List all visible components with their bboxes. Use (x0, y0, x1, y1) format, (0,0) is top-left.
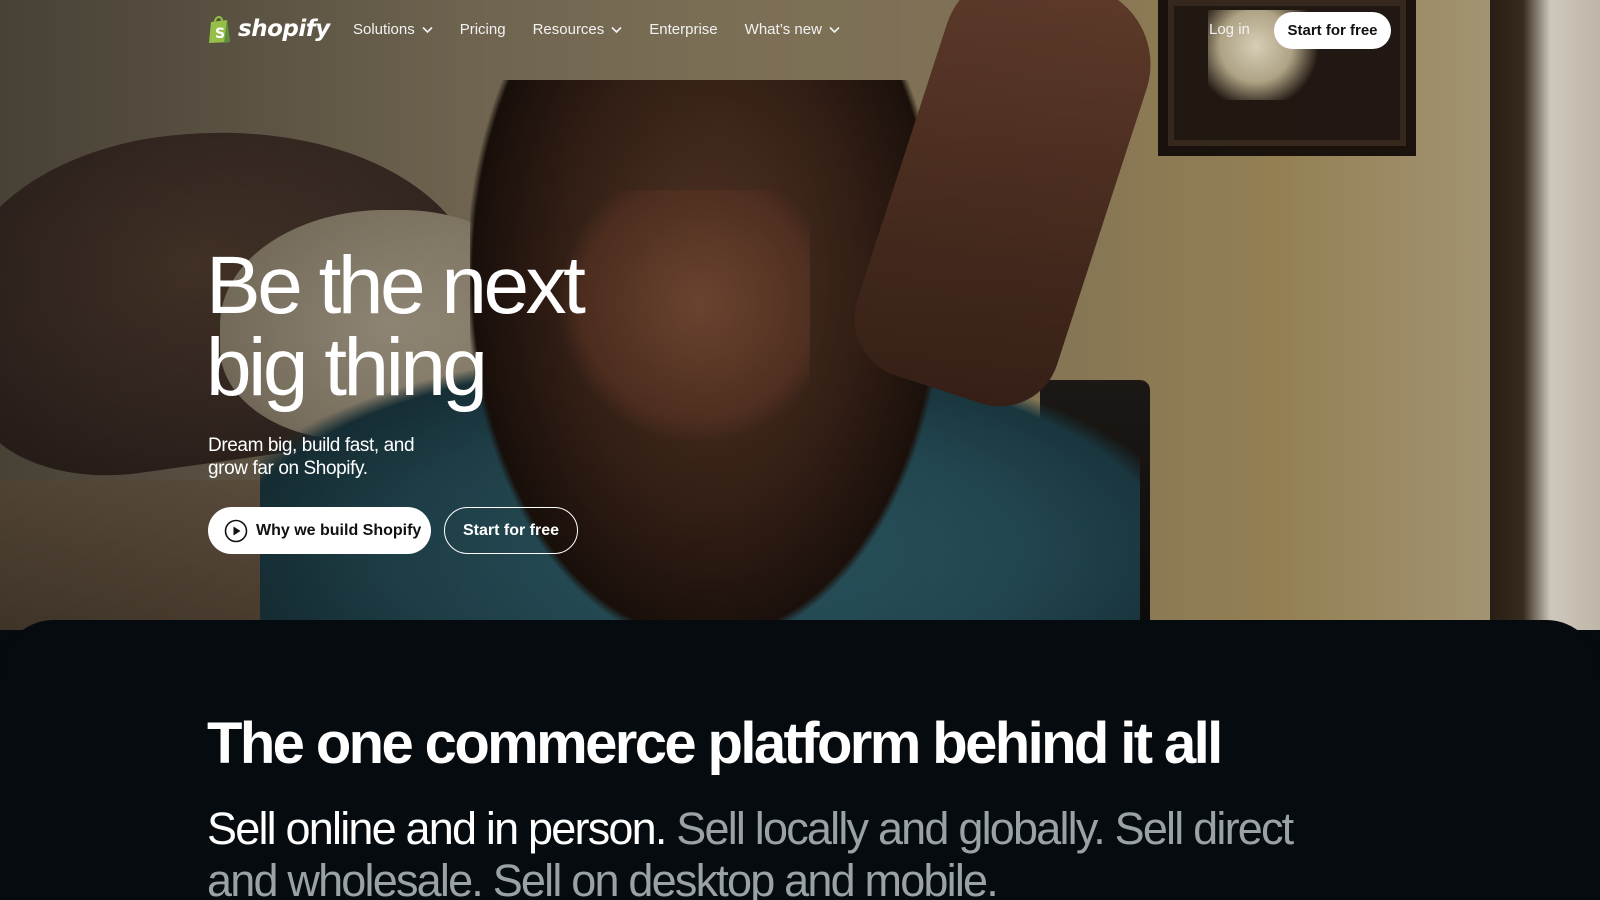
shopping-bag-icon: S (208, 14, 232, 44)
nav-enterprise[interactable]: Enterprise (649, 21, 717, 38)
hero-title-line-1: Be the next (206, 240, 586, 331)
section-title: The one commerce platform behind it all (207, 711, 1223, 776)
play-icon (224, 519, 248, 542)
brand-wordmark: shopify (238, 16, 330, 42)
section-description: Sell online and in person. Sell locally … (207, 803, 1367, 900)
shopify-logo[interactable]: S shopify (208, 14, 330, 44)
start-free-nav-button[interactable]: Start for free (1274, 12, 1391, 49)
svg-text:S: S (215, 26, 225, 42)
hero-subtitle: Dream big, build fast, and grow far on S… (208, 435, 415, 479)
hero-title-line-2: big thing (206, 322, 488, 413)
nav-solutions[interactable]: Solutions (353, 21, 433, 38)
why-we-build-button[interactable]: Why we build Shopify (208, 507, 431, 554)
chevron-down-icon (422, 26, 433, 33)
platform-section: The one commerce platform behind it all … (0, 620, 1600, 900)
hero-title: Be the next big thing (206, 245, 726, 409)
start-free-hero-button[interactable]: Start for free (444, 507, 578, 554)
chevron-down-icon (829, 26, 840, 33)
login-link[interactable]: Log in (1209, 21, 1250, 38)
main-nav: Solutions Pricing Resources Enterprise W… (353, 21, 867, 38)
why-we-build-label: Why we build Shopify (256, 521, 422, 539)
nav-resources[interactable]: Resources (533, 21, 623, 38)
top-nav: S shopify Solutions Pricing Resources En… (0, 0, 1600, 60)
chevron-down-icon (611, 26, 622, 33)
nav-pricing[interactable]: Pricing (460, 21, 506, 38)
section-highlight-text: Sell online and in person. (207, 803, 667, 854)
nav-whats-new[interactable]: What’s new (745, 21, 840, 38)
